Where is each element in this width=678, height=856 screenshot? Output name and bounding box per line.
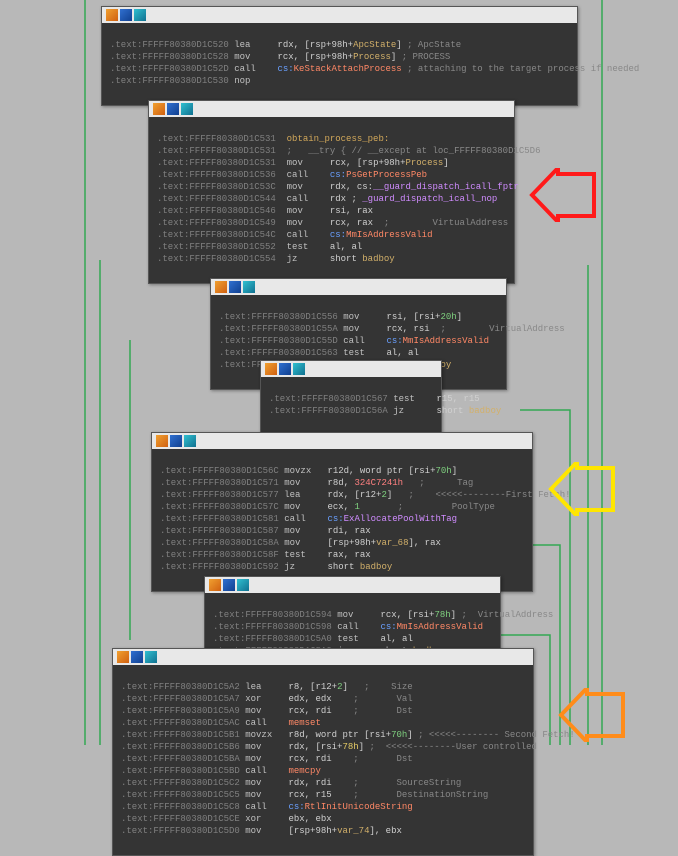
color-icon (117, 651, 129, 663)
disasm-body: .text:FFFFF80380D1C520 lea rdx, [rsp+98h… (102, 23, 577, 105)
list-icon (184, 435, 196, 447)
list-icon (181, 103, 193, 115)
graph-icon (279, 363, 291, 375)
list-icon (134, 9, 146, 21)
block-toolbar (102, 7, 577, 23)
list-icon (145, 651, 157, 663)
basic-block-1[interactable]: .text:FFFFF80380D1C520 lea rdx, [rsp+98h… (101, 6, 578, 106)
basic-block-2[interactable]: .text:FFFFF80380D1C531 obtain_process_pe… (148, 100, 515, 284)
color-icon (209, 579, 221, 591)
annotation-arrow-red (526, 168, 596, 222)
color-icon (265, 363, 277, 375)
color-icon (156, 435, 168, 447)
annotation-arrow-orange (555, 688, 625, 742)
block-toolbar (205, 577, 500, 593)
block-toolbar (152, 433, 532, 449)
disasm-body: .text:FFFFF80380D1C5A2 lea r8, [r12+2] ;… (113, 665, 533, 855)
color-icon (153, 103, 165, 115)
graph-icon (120, 9, 132, 21)
basic-block-5[interactable]: .text:FFFFF80380D1C56C movzx r12d, word … (151, 432, 533, 592)
disasm-body: .text:FFFFF80380D1C567 test r15, r15 .te… (261, 377, 441, 435)
graph-icon (167, 103, 179, 115)
block-toolbar (149, 101, 514, 117)
disasm-body: .text:FFFFF80380D1C56C movzx r12d, word … (152, 449, 532, 591)
graph-icon (170, 435, 182, 447)
basic-block-7[interactable]: .text:FFFFF80380D1C5A2 lea r8, [r12+2] ;… (112, 648, 534, 856)
color-icon (106, 9, 118, 21)
color-icon (215, 281, 227, 293)
list-icon (293, 363, 305, 375)
annotation-arrow-yellow (545, 462, 615, 516)
list-icon (237, 579, 249, 591)
block-toolbar (211, 279, 506, 295)
disasm-body: .text:FFFFF80380D1C531 obtain_process_pe… (149, 117, 514, 283)
basic-block-4[interactable]: .text:FFFFF80380D1C567 test r15, r15 .te… (260, 360, 442, 436)
block-toolbar (113, 649, 533, 665)
graph-icon (131, 651, 143, 663)
list-icon (243, 281, 255, 293)
block-toolbar (261, 361, 441, 377)
graph-icon (229, 281, 241, 293)
graph-icon (223, 579, 235, 591)
